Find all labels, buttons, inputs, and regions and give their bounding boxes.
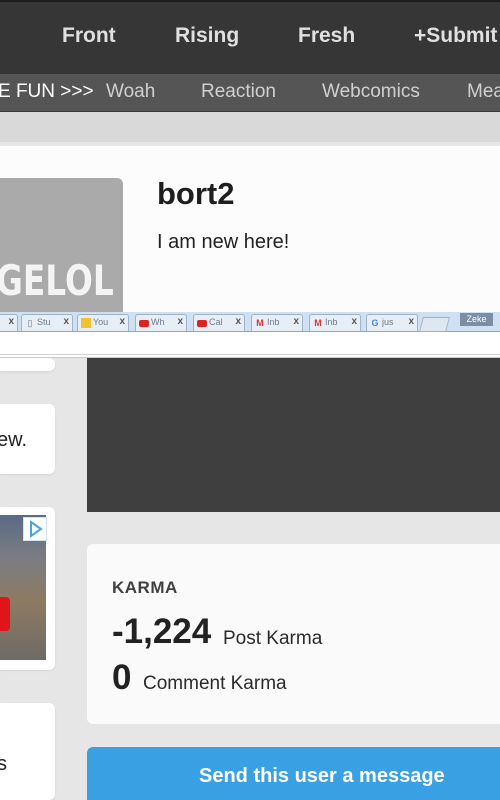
browser-tab-title: jus <box>382 317 394 327</box>
google-icon: G <box>371 318 379 328</box>
browser-tab[interactable]: Wh x <box>135 314 187 331</box>
comment-karma-value: 0 <box>112 658 132 697</box>
browser-tab-title: Inb <box>325 317 338 327</box>
sidebar-card-text: ew. <box>0 429 28 451</box>
profile-bio: I am new here! <box>157 231 290 253</box>
browser-tab[interactable]: M Inb x <box>309 314 361 331</box>
sidebar-card-text: s <box>0 753 7 775</box>
youtube-icon <box>197 320 207 327</box>
close-icon[interactable]: x <box>177 316 183 327</box>
browser-address-area <box>0 332 500 358</box>
send-message-button[interactable]: Send this user a message <box>87 747 500 800</box>
page-icon: ▯ <box>27 318 33 328</box>
close-icon[interactable]: x <box>8 316 14 327</box>
gmail-icon: M <box>314 318 322 328</box>
category-reaction[interactable]: Reaction <box>201 81 276 103</box>
browser-tab-title: Cal <box>209 317 223 327</box>
browser-tab[interactable]: You x <box>77 314 129 331</box>
divider <box>0 354 500 355</box>
close-icon[interactable]: x <box>119 316 125 327</box>
close-icon[interactable]: x <box>63 316 69 327</box>
browser-tab-title: Inb <box>267 317 280 327</box>
avatar[interactable]: GELOL <box>0 178 123 312</box>
category-woah[interactable]: Woah <box>106 81 155 103</box>
karma-title: KARMA <box>112 578 178 597</box>
browser-tab[interactable]: M Inb x <box>251 314 303 331</box>
close-icon[interactable]: x <box>293 316 299 327</box>
post-karma-label: Post Karma <box>223 628 323 649</box>
category-lead[interactable]: E FUN >>> <box>0 81 94 103</box>
profile-username: bort2 <box>157 176 235 211</box>
category-navigation: E FUN >>> Woah Reaction Webcomics Mea <box>0 74 500 112</box>
close-icon[interactable]: x <box>351 316 357 327</box>
ad-button[interactable] <box>0 597 10 631</box>
comment-karma-label: Comment Karma <box>143 673 287 694</box>
sidebar-card: ew. <box>0 404 55 474</box>
profile-banner <box>87 358 500 512</box>
sidebar-card <box>0 358 55 371</box>
nav-submit[interactable]: +Submit <box>414 24 497 48</box>
browser-tab-strip: x ▯ Stu x You x Wh x Cal x M Inb x M Inb… <box>0 312 500 332</box>
nav-front[interactable]: Front <box>62 24 116 48</box>
browser-tab[interactable]: Cal x <box>193 314 245 331</box>
category-mea[interactable]: Mea <box>467 81 500 103</box>
browser-tab[interactable]: x <box>0 314 18 331</box>
new-tab-button[interactable] <box>418 317 451 332</box>
nav-fresh[interactable]: Fresh <box>298 24 355 48</box>
browser-profile-label[interactable]: Zeke <box>460 313 493 326</box>
nav-rising[interactable]: Rising <box>175 24 239 48</box>
browser-tab-title: You <box>93 317 109 327</box>
send-message-label: Send this user a message <box>199 765 445 787</box>
browser-tab-title: Stu <box>37 317 51 327</box>
close-icon[interactable]: x <box>235 316 241 327</box>
browser-tab-title: Wh <box>151 317 165 327</box>
adchoices-icon[interactable] <box>23 517 47 541</box>
post-karma-value: -1,224 <box>112 612 212 651</box>
gmail-icon: M <box>256 318 264 328</box>
youtube-icon <box>139 320 149 327</box>
top-navigation: Front Rising Fresh +Submit <box>0 0 500 74</box>
sidebar-card: s <box>0 703 55 800</box>
spacer-band <box>0 112 500 142</box>
browser-tab[interactable]: G jus x <box>366 314 418 331</box>
category-webcomics[interactable]: Webcomics <box>322 81 420 103</box>
bookmark-icon <box>81 318 91 328</box>
close-icon[interactable]: x <box>408 316 414 327</box>
browser-tab[interactable]: ▯ Stu x <box>21 314 73 331</box>
avatar-logo-text: GELOL <box>0 256 114 305</box>
